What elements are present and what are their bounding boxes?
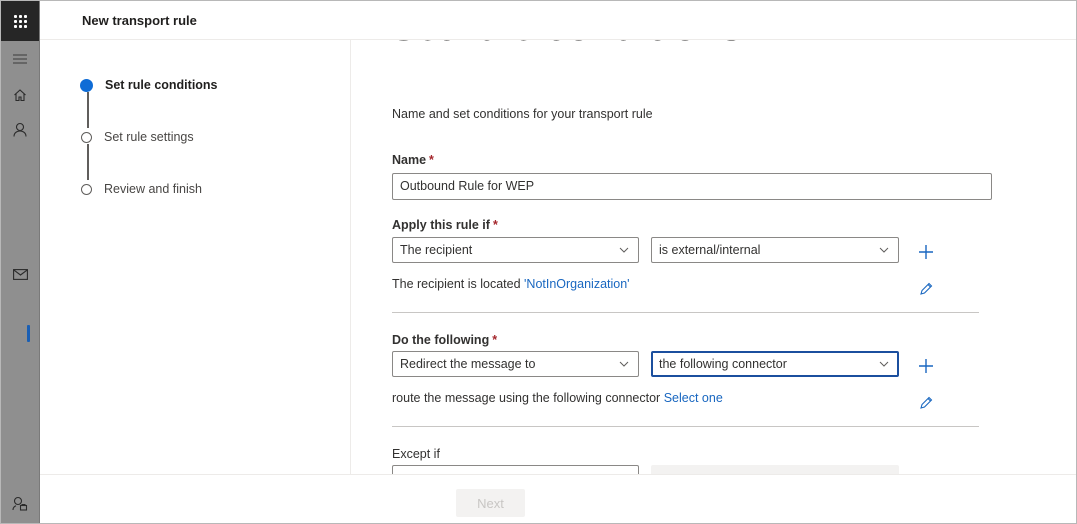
app-launcher-icon: [13, 14, 27, 28]
operator-dropdown[interactable]: is external/internal: [651, 237, 899, 263]
user-icon[interactable]: [10, 119, 30, 139]
page-title: Set rule conditions: [391, 40, 743, 50]
condition-value: The recipient: [400, 243, 473, 257]
step-label: Set rule settings: [104, 130, 194, 144]
condition-dropdown[interactable]: The recipient: [392, 237, 639, 263]
step-pending-icon: [81, 131, 92, 143]
edit-condition-button[interactable]: [916, 279, 936, 299]
step-pending-icon: [81, 183, 92, 195]
add-action-button[interactable]: [916, 356, 936, 376]
window: New transport rule Set rule conditions S…: [0, 0, 1077, 524]
admin-user-icon[interactable]: [10, 493, 30, 513]
chevron-down-icon: [879, 247, 889, 253]
required-mark: *: [492, 218, 498, 232]
action-value: Redirect the message to: [400, 357, 536, 371]
selected-nav-indicator: [27, 325, 30, 342]
step-label: Set rule conditions: [105, 78, 218, 92]
section-divider: [392, 312, 979, 313]
panel-header: New transport rule: [40, 1, 1076, 40]
panel-footer: Next: [40, 474, 1076, 523]
condition-description-text: The recipient is located: [392, 277, 521, 291]
step-connector: [87, 92, 89, 128]
action-description: route the message using the following co…: [392, 391, 723, 405]
page-subtitle: Name and set conditions for your transpo…: [392, 107, 653, 121]
apply-rule-label-text: Apply this rule if: [392, 218, 490, 232]
name-label-text: Name: [392, 153, 427, 167]
app-launcher-button[interactable]: [1, 1, 39, 41]
operator-value: is external/internal: [659, 243, 761, 257]
action-description-text: route the message using the following co…: [392, 391, 661, 405]
step-review-and-finish[interactable]: Review and finish: [81, 182, 202, 196]
edit-action-button[interactable]: [916, 393, 936, 413]
panel-title: New transport rule: [82, 13, 197, 28]
pencil-icon: [920, 282, 933, 295]
chevron-down-icon: [879, 361, 889, 367]
rule-name-input[interactable]: Outbound Rule for WEP: [392, 173, 992, 200]
action-target-value: the following connector: [659, 357, 787, 371]
next-button[interactable]: Next: [456, 489, 525, 517]
required-mark: *: [429, 153, 434, 167]
action-target-dropdown[interactable]: the following connector: [651, 351, 899, 377]
apply-rule-label: Apply this rule if *: [392, 218, 498, 232]
name-label: Name *: [392, 153, 434, 167]
section-divider: [392, 426, 979, 427]
step-connector: [87, 144, 89, 180]
do-following-label: Do the following *: [392, 333, 497, 347]
chevron-down-icon: [619, 361, 629, 367]
plus-icon: [919, 245, 933, 259]
add-condition-button[interactable]: [916, 242, 936, 262]
wizard-steps: Set rule conditions Set rule settings Re…: [40, 40, 351, 474]
except-if-label: Except if: [392, 447, 440, 461]
condition-value-link[interactable]: 'NotInOrganization': [524, 277, 630, 291]
menu-icon[interactable]: [10, 49, 30, 69]
step-label: Review and finish: [104, 182, 202, 196]
exception-operator-dropdown[interactable]: [651, 465, 899, 474]
step-current-icon: [80, 78, 93, 92]
step-set-rule-settings[interactable]: Set rule settings: [81, 130, 194, 144]
main-content: Set rule conditions Name and set conditi…: [351, 40, 1076, 474]
home-icon[interactable]: [10, 85, 30, 105]
exception-dropdown[interactable]: [392, 465, 639, 474]
chevron-down-icon: [619, 247, 629, 253]
plus-icon: [919, 359, 933, 373]
select-connector-link[interactable]: Select one: [664, 391, 723, 405]
step-set-rule-conditions[interactable]: Set rule conditions: [80, 78, 218, 92]
action-dropdown[interactable]: Redirect the message to: [392, 351, 639, 377]
required-mark: *: [492, 333, 498, 347]
pencil-icon: [920, 396, 933, 409]
mail-icon[interactable]: [10, 264, 30, 284]
left-nav-rail: [1, 1, 40, 523]
condition-description: The recipient is located 'NotInOrganizat…: [392, 277, 630, 291]
do-following-label-text: Do the following: [392, 333, 490, 347]
